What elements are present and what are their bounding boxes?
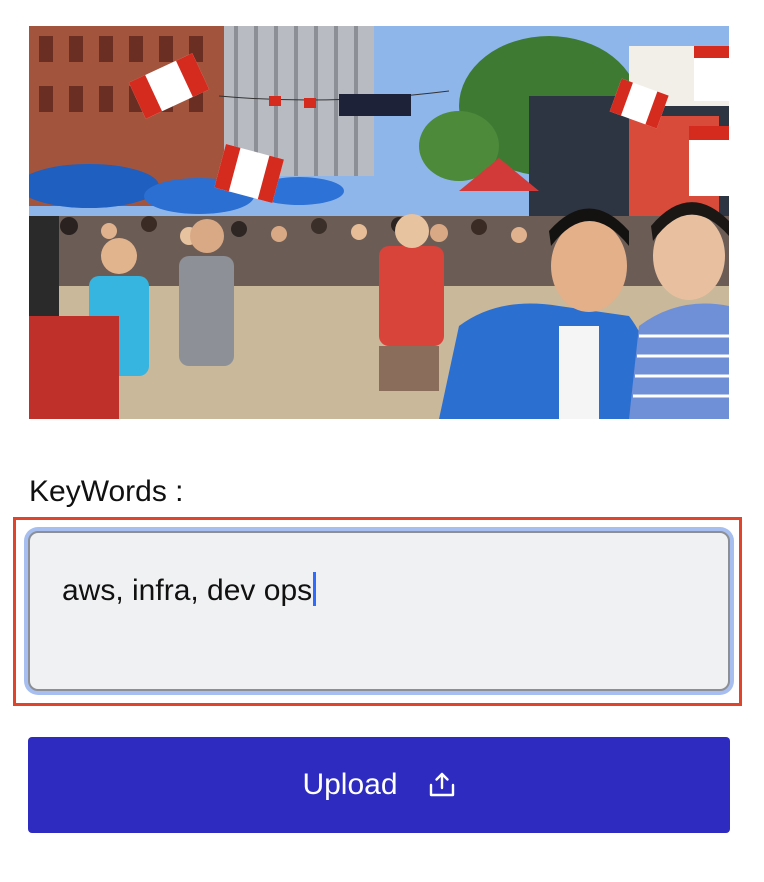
page: KeyWords : aws, infra, dev ops Upload <box>0 0 764 882</box>
keywords-label: KeyWords : <box>29 475 184 508</box>
upload-button[interactable]: Upload <box>28 737 730 833</box>
upload-icon <box>428 771 456 799</box>
keywords-input[interactable] <box>28 531 730 691</box>
upload-button-label: Upload <box>302 768 398 801</box>
festival-photo <box>29 26 729 419</box>
